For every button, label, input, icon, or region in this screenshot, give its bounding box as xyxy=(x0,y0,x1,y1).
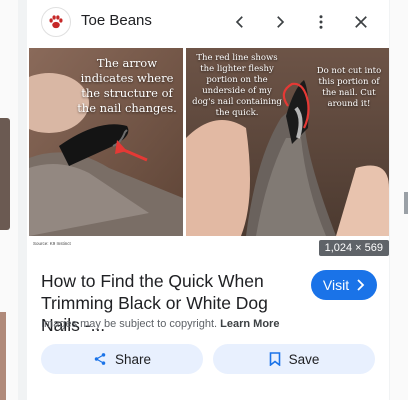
share-icon xyxy=(94,353,106,365)
learn-more-link[interactable]: Learn More xyxy=(220,318,279,330)
caption-arrow: The arrow indicates where the structure … xyxy=(77,56,177,115)
share-label: Share xyxy=(114,351,152,367)
preview-image[interactable]: The arrow indicates where the structure … xyxy=(27,48,389,258)
preview-header: Toe Beans xyxy=(27,0,389,44)
save-button[interactable]: Save xyxy=(213,344,375,374)
close-icon xyxy=(355,16,367,28)
chevron-right-icon xyxy=(357,279,365,291)
more-vert-icon xyxy=(319,15,323,29)
share-button[interactable]: Share xyxy=(41,344,203,374)
copyright-text: Images may be subject to copyright. xyxy=(41,318,218,330)
site-logo[interactable] xyxy=(41,7,71,37)
save-label: Save xyxy=(288,351,320,367)
image-dimensions-badge: 1,024 × 569 xyxy=(318,240,389,256)
source-credit: Source: K9 Instinct xyxy=(33,241,71,246)
paw-print-icon xyxy=(49,15,63,29)
next-result-thumbnail xyxy=(404,192,408,214)
bookmark-icon xyxy=(269,352,280,366)
chevron-left-icon xyxy=(235,16,243,28)
more-options-button[interactable] xyxy=(310,11,332,33)
previous-result-thumbnail xyxy=(0,118,10,230)
close-button[interactable] xyxy=(350,11,372,33)
visit-label: Visit xyxy=(322,277,350,293)
previous-result-card-edge[interactable] xyxy=(0,0,18,400)
image-preview-card: Toe Beans The arrow indicates where the … xyxy=(27,0,389,400)
site-name[interactable]: Toe Beans xyxy=(81,12,152,29)
caption-do-not-cut: Do not cut into this portion of the nail… xyxy=(316,66,382,109)
chevron-right-icon xyxy=(277,16,285,28)
visit-button[interactable]: Visit xyxy=(311,270,377,300)
previous-result-thumbnail-lower xyxy=(0,312,6,400)
copyright-notice: Images may be subject to copyright. Lear… xyxy=(41,318,279,330)
next-result-card-edge[interactable] xyxy=(390,0,408,400)
previous-image-button[interactable] xyxy=(229,11,251,33)
caption-red-line: The red line shows the lighter fleshy po… xyxy=(192,53,282,118)
next-image-button[interactable] xyxy=(269,11,291,33)
